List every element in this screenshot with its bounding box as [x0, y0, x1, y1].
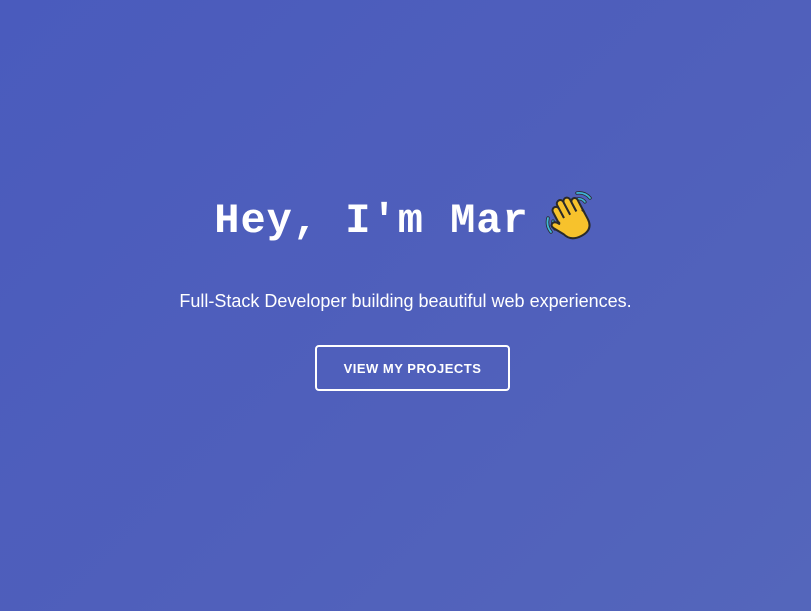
- hero-title-text: Hey, I'm Mar: [214, 197, 529, 245]
- hero-title: Hey, I'm Mar: [0, 188, 811, 251]
- view-projects-button[interactable]: VIEW MY PROJECTS: [315, 345, 510, 391]
- hero-subtitle: Full-Stack Developer building beautiful …: [179, 291, 632, 311]
- hero-section: Hey, I'm Mar Full-Stack Developer buildi…: [0, 0, 811, 611]
- waving-hand-icon: [543, 188, 597, 242]
